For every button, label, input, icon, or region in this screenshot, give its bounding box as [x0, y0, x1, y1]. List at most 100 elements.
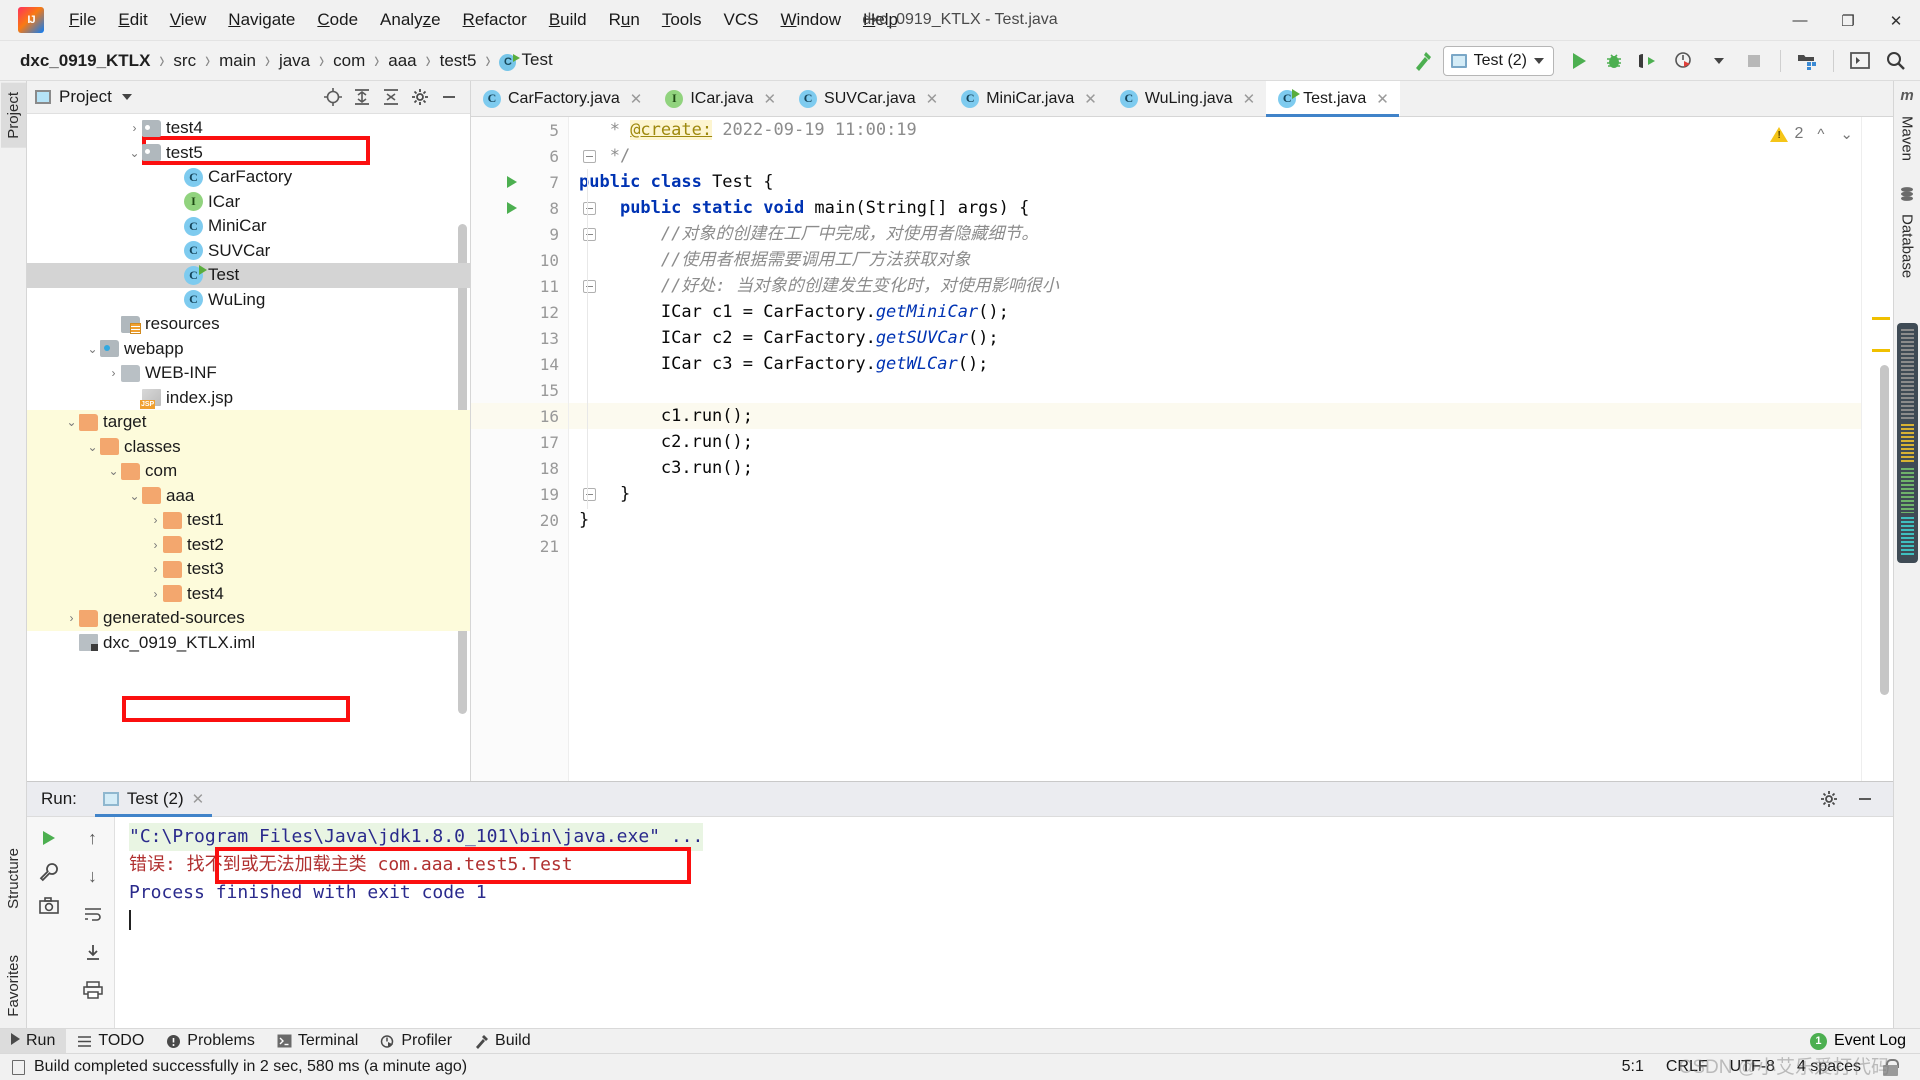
project-tree[interactable]: › test4 ⌄ test5 C CarFactory I ICar C MiniCar C SUV…	[27, 114, 470, 781]
code-line-8[interactable]: public static void main(String[] args) {	[569, 195, 1861, 221]
run-configuration-selector[interactable]: Test (2)	[1442, 45, 1554, 76]
tree-node-carfactory[interactable]: C CarFactory	[27, 165, 470, 190]
gutter-line-7[interactable]: 7	[471, 169, 568, 195]
bottom-tab-todo[interactable]: TODO	[66, 1029, 155, 1054]
gutter-line-16[interactable]: 16	[471, 403, 568, 429]
menu-refactor[interactable]: Refactor	[452, 6, 538, 34]
menu-navigate[interactable]: Navigate	[217, 6, 306, 34]
terminal-icon[interactable]	[1845, 46, 1875, 76]
tree-node-test3[interactable]: › test3	[27, 557, 470, 582]
tree-node-test1[interactable]: › test1	[27, 508, 470, 533]
chevron-right-icon[interactable]: ›	[148, 513, 163, 528]
print-icon[interactable]	[77, 975, 109, 1005]
tree-node-icar[interactable]: I ICar	[27, 190, 470, 215]
chevron-down-icon[interactable]: ⌄	[64, 415, 79, 430]
tree-node-test2[interactable]: › test2	[27, 532, 470, 557]
code-line-6[interactable]: */	[569, 143, 1861, 169]
chevron-down-icon[interactable]: ⌄	[85, 439, 100, 454]
sidebar-item-project[interactable]: Project	[0, 83, 26, 148]
gutter-line-10[interactable]: 10	[471, 247, 568, 273]
rerun-icon[interactable]	[33, 823, 65, 853]
editor-tab-minicar-java[interactable]: C MiniCar.java ✕	[949, 81, 1108, 116]
chevron-right-icon[interactable]: ›	[148, 586, 163, 601]
hide-icon[interactable]	[435, 84, 462, 111]
scroll-to-end-icon[interactable]	[77, 937, 109, 967]
camera-icon[interactable]	[33, 891, 65, 921]
close-icon[interactable]: ✕	[763, 90, 776, 108]
settings-icon[interactable]	[1813, 784, 1845, 814]
profiler-icon[interactable]	[1669, 46, 1699, 76]
close-icon[interactable]: ✕	[1084, 90, 1097, 108]
chevron-down-icon[interactable]	[1704, 46, 1734, 76]
bottom-tab-run[interactable]: Run	[0, 1028, 67, 1054]
tree-node-test[interactable]: C Test	[27, 263, 470, 288]
next-problem-icon[interactable]: ⌄	[1840, 125, 1853, 143]
gutter-line-19[interactable]: 19	[471, 481, 596, 507]
tree-node-target[interactable]: ⌄ target	[27, 410, 470, 435]
breadcrumb-item-com[interactable]: com	[329, 49, 369, 73]
debug-icon[interactable]	[1599, 46, 1629, 76]
menu-window[interactable]: Window	[770, 6, 852, 34]
sidebar-item-maven[interactable]: Maven	[1895, 107, 1920, 170]
tree-node-resources[interactable]: resources	[27, 312, 470, 337]
menu-view[interactable]: View	[159, 6, 218, 34]
chevron-down-icon[interactable]	[121, 94, 132, 100]
code-line-10[interactable]: //使用者根据需要调用工厂方法获取对象	[569, 247, 1861, 273]
maximize-button[interactable]: ❐	[1824, 0, 1872, 41]
menu-code[interactable]: Code	[306, 6, 369, 34]
code-line-19[interactable]: }	[569, 481, 1861, 507]
code-line-5[interactable]: * @create: 2022-09-19 11:00:19	[569, 117, 1861, 143]
close-icon[interactable]: ✕	[1376, 90, 1389, 108]
chevron-down-icon[interactable]: ⌄	[127, 488, 142, 503]
menu-vcs[interactable]: VCS	[713, 6, 770, 34]
hide-icon[interactable]	[1849, 784, 1881, 814]
editor-scrollbar[interactable]	[1880, 365, 1889, 695]
bottom-tab-terminal[interactable]: Terminal	[266, 1029, 369, 1054]
chevron-down-icon[interactable]: ⌄	[85, 341, 100, 356]
indent-setting[interactable]: 4 spaces	[1797, 1058, 1861, 1076]
build-icon[interactable]	[1408, 46, 1438, 76]
code-line-14[interactable]: ICar c3 = CarFactory.getWLCar();	[569, 351, 1861, 377]
chevron-right-icon[interactable]: ›	[64, 611, 79, 626]
breadcrumb-item-aaa[interactable]: aaa	[384, 49, 420, 73]
minimize-button[interactable]: —	[1776, 0, 1824, 41]
menu-edit[interactable]: Edit	[107, 6, 158, 34]
editor-tab-carfactory-java[interactable]: C CarFactory.java ✕	[471, 81, 653, 116]
close-icon[interactable]: ✕	[926, 90, 939, 108]
chevron-down-icon[interactable]: ⌄	[106, 464, 121, 479]
editor-code-area[interactable]: * @create: 2022-09-19 11:00:19 */ public …	[569, 117, 1861, 781]
editor-tab-suvcar-java[interactable]: C SUVCar.java ✕	[787, 81, 949, 116]
breadcrumb-item-test[interactable]: C Test	[495, 48, 556, 73]
close-icon[interactable]: ✕	[1243, 90, 1256, 108]
run-icon[interactable]	[1564, 46, 1594, 76]
gutter-line-5[interactable]: 5	[471, 117, 568, 143]
code-line-11[interactable]: //好处: 当对象的创建发生变化时，对使用影响很小	[569, 273, 1861, 299]
sidebar-item-structure[interactable]: Structure	[1, 839, 26, 918]
menu-run[interactable]: Run	[598, 6, 651, 34]
bottom-tab-problems[interactable]: Problems	[155, 1029, 266, 1054]
tree-node-webapp[interactable]: ⌄ webapp	[27, 337, 470, 362]
gutter-line-9[interactable]: 9	[471, 221, 596, 247]
menu-file[interactable]: File	[58, 6, 107, 34]
tree-node-aaa[interactable]: ⌄ aaa	[27, 483, 470, 508]
code-line-16[interactable]: c1.run();	[569, 403, 1861, 429]
gutter-line-20[interactable]: 20	[471, 507, 568, 533]
read-only-icon[interactable]	[1883, 1058, 1899, 1076]
code-line-15[interactable]	[569, 377, 1861, 403]
menu-help[interactable]: Help	[852, 6, 909, 34]
menu-tools[interactable]: Tools	[651, 6, 713, 34]
chevron-down-icon[interactable]: ⌄	[127, 145, 142, 160]
gutter-line-15[interactable]: 15	[471, 377, 568, 403]
gutter-line-11[interactable]: 11	[471, 273, 596, 299]
scroll-down-icon[interactable]: ↓	[77, 861, 109, 891]
code-line-9[interactable]: //对象的创建在工厂中完成，对使用者隐藏细节。	[569, 221, 1861, 247]
gutter-line-18[interactable]: 18	[471, 455, 568, 481]
code-line-20[interactable]: }	[569, 507, 1861, 533]
locate-icon[interactable]	[319, 84, 346, 111]
bottom-tab-profiler[interactable]: Profiler	[369, 1029, 463, 1054]
chevron-right-icon[interactable]: ›	[148, 537, 163, 552]
code-line-18[interactable]: c3.run();	[569, 455, 1861, 481]
menu-build[interactable]: Build	[538, 6, 598, 34]
inspection-summary[interactable]: 2 ^ ⌄	[1770, 125, 1853, 143]
tree-node-generated-sources[interactable]: › generated-sources	[27, 606, 470, 631]
